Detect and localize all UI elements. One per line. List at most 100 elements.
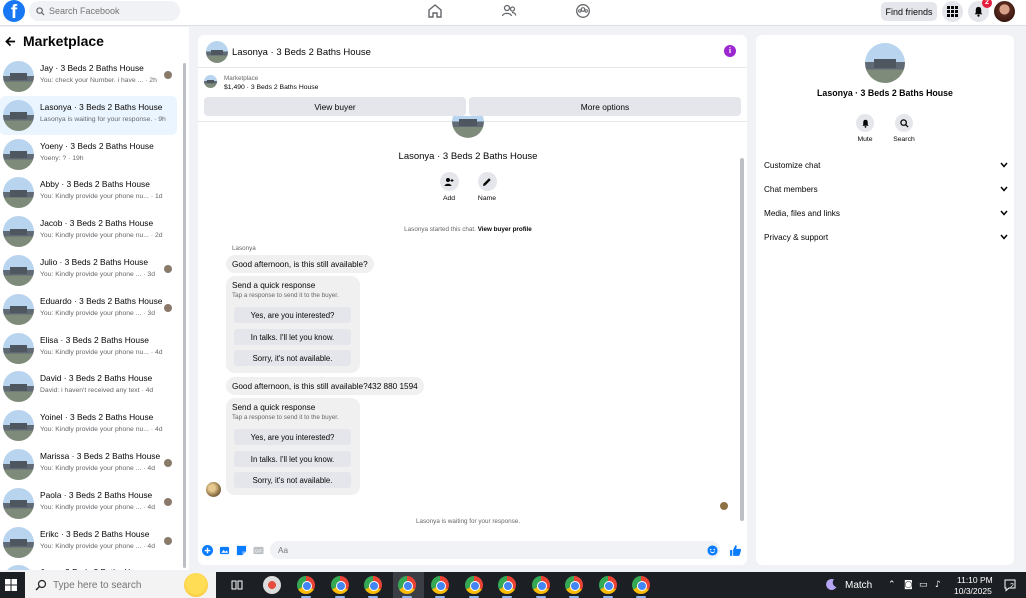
chrome-icon[interactable]	[331, 576, 349, 598]
chat-header-avatar[interactable]	[206, 41, 228, 63]
conversation-title: Yoinel · 3 Beds 2 Baths House	[40, 412, 154, 423]
chrome-icon[interactable]	[532, 576, 550, 598]
listing-thumbnail	[3, 371, 34, 403]
conversation-details-panel: Lasonya · 3 Beds 2 Baths House Mute Sear…	[756, 35, 1014, 565]
chat-members-row[interactable]: Chat members	[764, 181, 1008, 197]
conversation-item[interactable]: Jose · 3 Beds 2 Baths House	[0, 561, 177, 570]
plus-circle-icon[interactable]	[202, 545, 213, 556]
search-highlight-emoji-icon[interactable]	[184, 573, 208, 597]
sticker-icon[interactable]	[236, 545, 247, 556]
groups-icon[interactable]	[575, 3, 591, 19]
paint-app-icon[interactable]	[263, 576, 281, 594]
listing-thumbnail	[3, 448, 34, 480]
add-person-icon	[444, 177, 454, 186]
photo-icon[interactable]	[219, 545, 230, 556]
conversation-item[interactable]: Paola · 3 Beds 2 Baths House You: Kindly …	[0, 484, 177, 523]
quick-reply-yes-button[interactable]: Yes, are you interested?	[234, 307, 351, 323]
message-input[interactable]	[270, 541, 720, 559]
quick-reply-in-talks-button[interactable]: In talks. I'll let you know.	[234, 451, 351, 467]
info-icon[interactable]: i	[724, 45, 736, 57]
chrome-icon[interactable]	[398, 576, 416, 598]
conversation-title: Jacob · 3 Beds 2 Baths House	[40, 218, 154, 229]
chrome-icon[interactable]	[565, 576, 583, 598]
customize-chat-row[interactable]: Customize chat	[764, 157, 1008, 173]
chrome-icon[interactable]	[498, 576, 516, 598]
nickname-button[interactable]: Name	[467, 172, 507, 202]
privacy-support-row[interactable]: Privacy & support	[764, 229, 1008, 245]
find-friends-button[interactable]: Find friends	[881, 2, 937, 21]
search-in-conversation-button[interactable]: Search	[884, 114, 924, 143]
chat-header-name[interactable]: Lasonya · 3 Beds 2 Baths House	[232, 47, 371, 58]
incoming-message[interactable]: Good afternoon, is this still available?	[226, 255, 374, 273]
conversation-item[interactable]: Yoinel · 3 Beds 2 Baths House You: Kindly…	[0, 406, 177, 445]
home-icon[interactable]	[427, 3, 443, 19]
taskbar-search-input[interactable]	[53, 579, 163, 591]
chrome-icon[interactable]	[599, 576, 617, 598]
quick-reply-yes-button[interactable]: Yes, are you interested?	[234, 429, 351, 445]
facebook-search[interactable]	[29, 1, 180, 21]
media-files-links-row[interactable]: Media, files and links	[764, 205, 1008, 221]
display-icon[interactable]: ▭	[919, 580, 929, 590]
conversation-item[interactable]: Lasonya · 3 Beds 2 Baths House Lasonya is…	[0, 95, 177, 135]
task-view-icon[interactable]	[231, 579, 243, 591]
conversation-item[interactable]: Yoeny · 3 Beds 2 Baths House Yoeny: ? · 1…	[0, 135, 177, 174]
chrome-icon[interactable]	[297, 576, 315, 598]
back-arrow-icon[interactable]	[5, 36, 16, 47]
view-buyer-profile-link[interactable]: View buyer profile	[478, 226, 532, 233]
conversation-title: Lasonya · 3 Beds 2 Baths House	[40, 101, 163, 112]
chevron-up-icon[interactable]: ⌃	[888, 580, 898, 590]
windows-start-icon[interactable]	[5, 579, 17, 591]
conversation-item[interactable]: Marissa · 3 Beds 2 Baths House You: Kindl…	[0, 445, 177, 484]
clock-date[interactable]: 10/3/2025	[954, 586, 992, 596]
conversation-item[interactable]: David · 3 Beds 2 Baths House David: i hav…	[0, 367, 177, 406]
incoming-message[interactable]: Good afternoon, is this still available?…	[226, 377, 424, 395]
notification-center-count: 2	[1010, 583, 1014, 590]
menu-button[interactable]	[942, 1, 963, 22]
moon-weather-icon[interactable]	[825, 578, 838, 591]
facebook-logo[interactable]: f	[3, 0, 25, 22]
gif-icon[interactable]: GIF	[253, 545, 264, 556]
conversation-title: Jose · 3 Beds 2 Baths House	[40, 567, 148, 570]
sidebar-scrollbar[interactable]	[182, 61, 187, 570]
chat-scrollbar[interactable]	[738, 122, 745, 530]
quick-reply-in-talks-button[interactable]: In talks. I'll let you know.	[234, 329, 351, 345]
profile-avatar	[452, 116, 484, 138]
conversation-item[interactable]: Elisa · 3 Beds 2 Baths House You: Kindly …	[0, 329, 177, 368]
details-avatar[interactable]	[865, 43, 905, 83]
scrollbar-thumb[interactable]	[183, 63, 186, 568]
search-label: Search	[893, 136, 915, 143]
more-options-button[interactable]: More options	[469, 97, 741, 116]
conversation-title: Abby · 3 Beds 2 Baths House	[40, 179, 150, 190]
chrome-icon[interactable]	[364, 576, 382, 598]
conversation-title: Eduardo · 3 Beds 2 Baths House	[40, 295, 163, 306]
conversation-item[interactable]: Eduardo · 3 Beds 2 Baths House You: Kindl…	[0, 290, 177, 329]
seen-avatar	[164, 536, 172, 545]
chevron-down-icon	[1000, 210, 1008, 216]
network-icon[interactable]: ◙	[904, 580, 914, 590]
clock-time[interactable]: 11:10 PM	[957, 575, 993, 585]
scrollbar-thumb[interactable]	[740, 158, 744, 521]
chrome-icon[interactable]	[431, 576, 449, 598]
conversation-item[interactable]: Erikc · 3 Beds 2 Baths House You: Kindly …	[0, 523, 177, 562]
conversation-item[interactable]: Abby · 3 Beds 2 Baths House You: Kindly p…	[0, 173, 177, 212]
conversation-item[interactable]: Jay · 3 Beds 2 Baths House You: check you…	[0, 57, 177, 96]
conversation-title: Jay · 3 Beds 2 Baths House	[40, 63, 144, 73]
quick-reply-not-available-button[interactable]: Sorry, it's not available.	[234, 472, 351, 488]
view-buyer-button[interactable]: View buyer	[204, 97, 466, 116]
quick-reply-not-available-button[interactable]: Sorry, it's not available.	[234, 350, 351, 366]
chrome-icon[interactable]	[465, 576, 483, 598]
conversation-title: Marissa · 3 Beds 2 Baths House	[40, 450, 161, 461]
conversation-item[interactable]: Jacob · 3 Beds 2 Baths House You: Kindly …	[0, 212, 177, 251]
sender-avatar[interactable]	[206, 482, 221, 497]
chrome-icon[interactable]	[632, 576, 650, 598]
friends-icon[interactable]	[501, 3, 517, 19]
emoji-icon[interactable]	[707, 545, 718, 556]
volume-icon[interactable]: ♪	[935, 580, 945, 590]
conversation-item[interactable]: Julio · 3 Beds 2 Baths House You: Kindly …	[0, 251, 177, 290]
add-button[interactable]: Add	[429, 172, 469, 202]
account-avatar[interactable]	[994, 1, 1015, 22]
mute-button[interactable]: Mute	[845, 114, 885, 143]
thumbs-up-icon[interactable]	[729, 544, 742, 557]
search-input[interactable]	[49, 6, 169, 16]
match-widget-label[interactable]: Match	[845, 580, 872, 591]
